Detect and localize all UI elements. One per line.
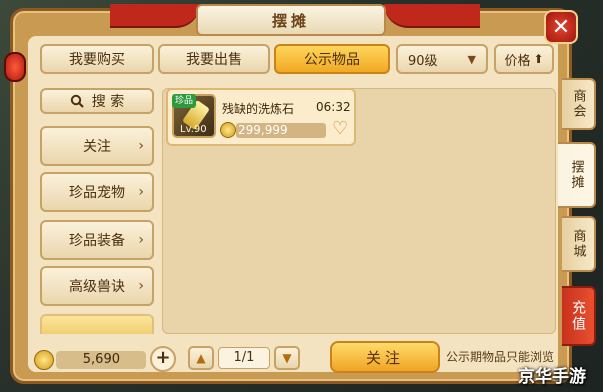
chevron-right-icon: › [138, 232, 144, 248]
follow-button[interactable]: 关注 [330, 341, 440, 373]
item-price: 299,999 [236, 123, 326, 138]
level-filter-select[interactable]: 90级 ▼ [396, 44, 488, 74]
category-follow[interactable]: 关注 › [40, 126, 154, 166]
category-partial-item[interactable] [40, 314, 154, 334]
search-icon [70, 94, 84, 108]
item-time-remaining: 06:32 [316, 100, 351, 114]
chevron-down-icon: ▼ [467, 52, 476, 66]
side-tab-mall[interactable]: 商城 [562, 216, 596, 272]
chevron-right-icon: › [138, 138, 144, 154]
search-label: 搜 索 [91, 94, 125, 110]
page-prev-button[interactable]: ▲ [188, 346, 214, 370]
coin-icon [34, 350, 54, 370]
price-sort-label: 价格 [504, 53, 531, 69]
category-rare-equipment[interactable]: 珍品装备 › [40, 220, 154, 260]
category-advanced-skills[interactable]: 高级兽诀 › [40, 266, 154, 306]
category-label: 珍品装备 [69, 233, 125, 249]
site-watermark: 京华手游 [518, 367, 586, 387]
chevron-right-icon: › [138, 184, 144, 200]
tab-public-items[interactable]: 公示物品 [274, 44, 390, 74]
side-tab-guild-shop[interactable]: 商会 [562, 78, 596, 130]
side-tab-recharge[interactable]: 充值 [562, 286, 596, 346]
category-rare-pets[interactable]: 珍品宠物 › [40, 172, 154, 212]
ribbon-decoration-right [384, 4, 480, 28]
heart-icon[interactable]: ♡ [332, 120, 348, 138]
category-label: 珍品宠物 [69, 185, 125, 201]
coin-icon [220, 122, 236, 138]
search-button[interactable]: 搜 索 [40, 88, 154, 114]
price-sort-button[interactable]: 价格 ⬆ [494, 44, 554, 74]
arrow-up-icon: ⬆ [533, 52, 544, 66]
tab-sell[interactable]: 我要出售 [158, 44, 270, 74]
category-label: 高级兽诀 [69, 279, 125, 295]
page-indicator: 1/1 [218, 347, 270, 369]
category-label: 关注 [83, 139, 111, 155]
side-tab-stall[interactable]: 摆摊 [558, 142, 596, 208]
rare-badge: 珍品 [172, 94, 197, 108]
tab-buy[interactable]: 我要购买 [40, 44, 154, 74]
item-thumbnail: 珍品 Lv.90 [172, 94, 216, 138]
listing-item[interactable]: 珍品 Lv.90 残缺的洗炼石 06:32 299,999 ♡ [166, 88, 356, 146]
lantern-icon [4, 52, 26, 82]
window-title: 摆摊 [271, 11, 310, 30]
money-balance: 5,690 [56, 351, 146, 369]
add-money-button[interactable]: + [150, 346, 176, 372]
close-button[interactable]: ✕ [544, 10, 578, 44]
item-level: Lv.90 [180, 124, 207, 135]
page-next-button[interactable]: ▼ [274, 346, 300, 370]
chevron-right-icon: › [138, 278, 144, 294]
window-title-banner: 摆摊 [196, 4, 386, 36]
item-name: 残缺的洗炼石 [222, 102, 295, 116]
ribbon-decoration-left [110, 4, 200, 28]
level-filter-value: 90级 [408, 53, 438, 69]
